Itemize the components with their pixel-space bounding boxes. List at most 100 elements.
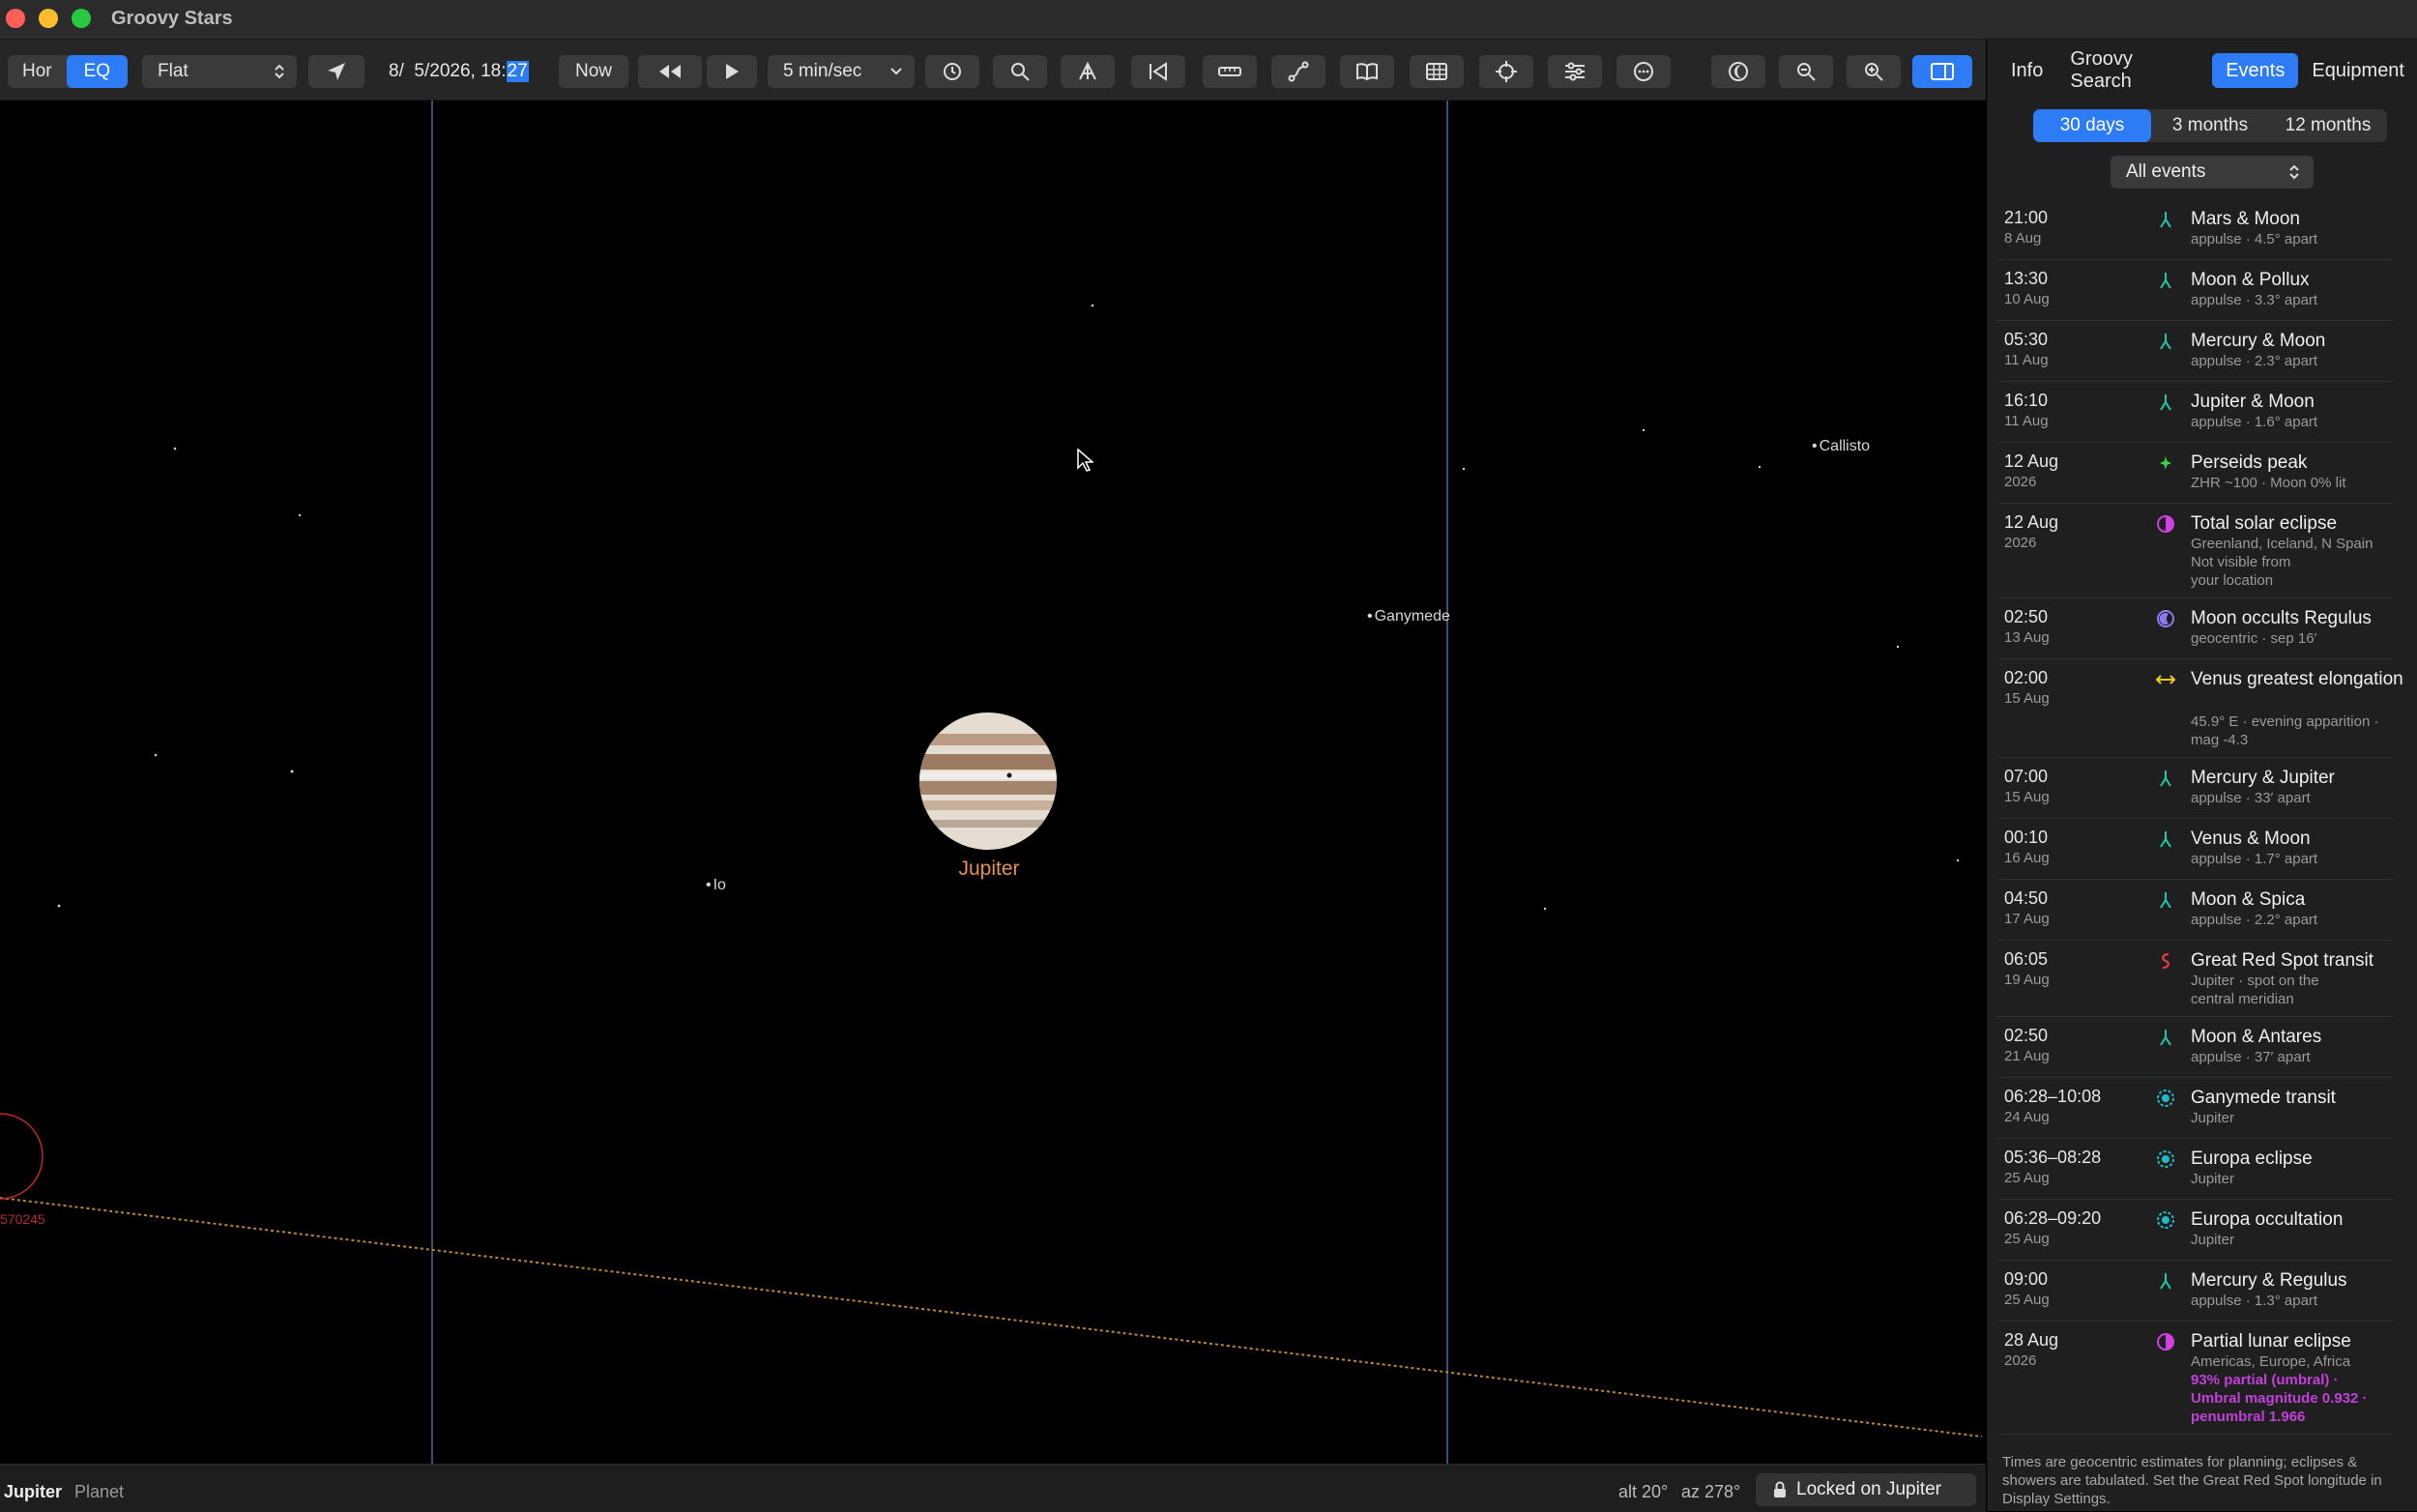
elongation-icon bbox=[2154, 668, 2177, 691]
tab-events[interactable]: Events bbox=[2212, 53, 2299, 88]
red-spot-icon bbox=[2154, 949, 2177, 973]
conjunction-icon bbox=[2154, 391, 2177, 414]
more-button[interactable] bbox=[1616, 55, 1671, 88]
tab-equipment[interactable]: Equipment bbox=[2298, 53, 2417, 88]
event-row[interactable]: 12 Aug 2026 Total solar eclipse Greenland, … bbox=[1997, 504, 2394, 598]
datetime-text: 8/ 5/2026, 18: bbox=[389, 61, 507, 81]
eq-button[interactable]: EQ bbox=[66, 55, 128, 88]
io-label[interactable]: Io bbox=[706, 877, 726, 894]
datetime-minutes-selected[interactable]: 27 bbox=[506, 61, 529, 82]
table-icon bbox=[1426, 63, 1447, 80]
projection-select[interactable]: Flat bbox=[142, 55, 297, 88]
sidebar-icon bbox=[1931, 63, 1954, 80]
event-date: 21 Aug bbox=[2004, 1048, 2050, 1064]
event-date: 25 Aug bbox=[2004, 1231, 2050, 1247]
conjunction-icon bbox=[2154, 1269, 2177, 1293]
path-button[interactable] bbox=[1271, 55, 1325, 88]
telescope-button[interactable] bbox=[1061, 55, 1115, 88]
range-selector: 30 days 3 months 12 months bbox=[2033, 109, 2387, 142]
lock-toggle[interactable]: Locked on Jupiter bbox=[1756, 1473, 1976, 1506]
event-row[interactable]: 05:30 11 Aug Mercury & Moon appulse · 2.3° … bbox=[1997, 321, 2394, 382]
event-date: 15 Aug bbox=[2004, 789, 2050, 805]
event-highlight-detail: penumbral 1.966 bbox=[2191, 1409, 2306, 1425]
azimuth-readout: az 278° bbox=[1681, 1482, 1741, 1501]
event-row[interactable]: 02:00 15 Aug Venus greatest elongation 45.9… bbox=[1997, 659, 2403, 758]
sky-view[interactable]: Jupiter Callisto Ganymede Io 570245 bbox=[0, 101, 1986, 1464]
jupiter-disc[interactable] bbox=[918, 712, 1060, 853]
step-back-button[interactable] bbox=[1131, 55, 1185, 88]
event-row[interactable]: 28 Aug 2026 Partial lunar eclipse Americas,… bbox=[1997, 1322, 2394, 1435]
event-name: Partial lunar eclipse bbox=[2191, 1331, 2351, 1352]
chevron-down-icon bbox=[890, 68, 902, 75]
conjunction-icon bbox=[2154, 888, 2177, 912]
range-12-months[interactable]: 12 months bbox=[2269, 109, 2387, 142]
history-button[interactable] bbox=[925, 55, 979, 88]
target-button[interactable] bbox=[1479, 55, 1533, 88]
tab-info[interactable]: Info bbox=[1997, 53, 2056, 88]
event-filter-select[interactable]: All events bbox=[2111, 156, 2314, 189]
zoom-in-button[interactable] bbox=[1847, 55, 1901, 88]
event-row[interactable]: 02:50 21 Aug Moon & Antares appulse · 37′ a… bbox=[1997, 1017, 2394, 1078]
event-detail: appulse · 1.3° apart bbox=[2191, 1293, 2318, 1309]
event-row[interactable]: 06:05 19 Aug Great Red Spot transit Jupiter… bbox=[1997, 941, 2394, 1017]
event-row[interactable]: 09:00 25 Aug Mercury & Regulus appulse · 1.… bbox=[1997, 1261, 2394, 1322]
measure-button[interactable] bbox=[1203, 55, 1257, 88]
event-date: 17 Aug bbox=[2004, 911, 2050, 927]
event-row[interactable]: 05:36–08:28 25 Aug Europa eclipse Jupiter bbox=[1997, 1139, 2394, 1200]
sidebar-toggle-button[interactable] bbox=[1912, 55, 1972, 88]
event-row[interactable]: 04:50 17 Aug Moon & Spica appulse · 2.2° ap… bbox=[1997, 880, 2394, 941]
rewind-button[interactable] bbox=[638, 55, 702, 88]
close-window-button[interactable] bbox=[6, 9, 25, 28]
event-name: Moon & Pollux bbox=[2191, 270, 2310, 290]
zoom-window-button[interactable] bbox=[72, 9, 91, 28]
tab-groovy-search[interactable]: Groovy Search bbox=[2056, 48, 2212, 92]
event-detail: ZHR ~100 · Moon 0% lit bbox=[2191, 475, 2346, 491]
now-button[interactable]: Now bbox=[559, 55, 628, 88]
event-time: 12 Aug bbox=[2004, 451, 2059, 471]
minimize-window-button[interactable] bbox=[39, 9, 58, 28]
window-title: Groovy Stars bbox=[111, 8, 233, 29]
altitude-readout: alt 20° bbox=[1618, 1482, 1669, 1501]
event-row[interactable]: 16:10 11 Aug Jupiter & Moon appulse · 1.6° … bbox=[1997, 382, 2394, 443]
lock-icon bbox=[1774, 1481, 1786, 1497]
event-row[interactable]: 13:30 10 Aug Moon & Pollux appulse · 3.3° a… bbox=[1997, 260, 2394, 321]
side-panel: Info Groovy Search Events Equipment 30 d… bbox=[1987, 40, 2417, 1511]
location-button[interactable] bbox=[308, 55, 364, 88]
projection-value: Flat bbox=[158, 61, 189, 81]
event-time: 07:00 bbox=[2004, 767, 2049, 786]
eclipse-icon bbox=[2154, 1330, 2177, 1353]
speed-select[interactable]: 5 min/sec bbox=[768, 55, 915, 88]
event-row[interactable]: 02:50 13 Aug Moon occults Regulus geocentri… bbox=[1997, 598, 2394, 659]
datetime-field[interactable]: 8/ 5/2026, 18: 27 bbox=[377, 55, 549, 88]
range-3-months[interactable]: 3 months bbox=[2151, 109, 2269, 142]
event-detail: Jupiter · spot on the bbox=[2191, 973, 2319, 989]
event-date: 2026 bbox=[2004, 474, 2037, 490]
event-row[interactable]: 00:10 16 Aug Venus & Moon appulse · 1.7° ap… bbox=[1997, 819, 2394, 880]
ganymede-label[interactable]: Ganymede bbox=[1367, 608, 1450, 625]
event-row[interactable]: 06:28–09:20 25 Aug Europa occultation Jupit… bbox=[1997, 1200, 2394, 1261]
event-time: 06:05 bbox=[2004, 949, 2049, 969]
catalog-button[interactable] bbox=[1340, 55, 1394, 88]
event-date: 15 Aug bbox=[2004, 690, 2050, 707]
event-name: Mars & Moon bbox=[2191, 209, 2300, 229]
event-row[interactable]: 12 Aug 2026 Perseids peak ZHR ~100 · Moon 0… bbox=[1997, 443, 2394, 504]
event-row[interactable]: 21:00 8 Aug Mars & Moon appulse · 4.5° apar… bbox=[1997, 199, 2394, 260]
settings-button[interactable] bbox=[1548, 55, 1602, 88]
event-row[interactable]: 06:28–10:08 24 Aug Ganymede transit Jupiter bbox=[1997, 1078, 2394, 1139]
jupiter-label[interactable]: Jupiter bbox=[955, 858, 1023, 881]
range-30-days[interactable]: 30 days bbox=[2033, 109, 2151, 142]
event-detail: appulse · 2.3° apart bbox=[2191, 353, 2318, 369]
night-mode-button[interactable] bbox=[1711, 55, 1765, 88]
hor-button[interactable]: Hor bbox=[8, 55, 67, 88]
event-row[interactable]: 07:00 15 Aug Mercury & Jupiter appulse · 33… bbox=[1997, 758, 2394, 819]
callisto-label[interactable]: Callisto bbox=[1812, 438, 1870, 455]
event-detail: Not visible from bbox=[2191, 554, 2291, 570]
table-button[interactable] bbox=[1410, 55, 1464, 88]
title-bar: Groovy Stars bbox=[0, 0, 2417, 40]
event-detail: appulse · 4.5° apart bbox=[2191, 231, 2318, 247]
event-time: 16:10 bbox=[2004, 391, 2049, 410]
zoom-out-button[interactable] bbox=[1779, 55, 1833, 88]
jovian-moon-icon bbox=[2154, 1208, 2177, 1232]
play-button[interactable] bbox=[707, 55, 757, 88]
search-button[interactable] bbox=[993, 55, 1047, 88]
